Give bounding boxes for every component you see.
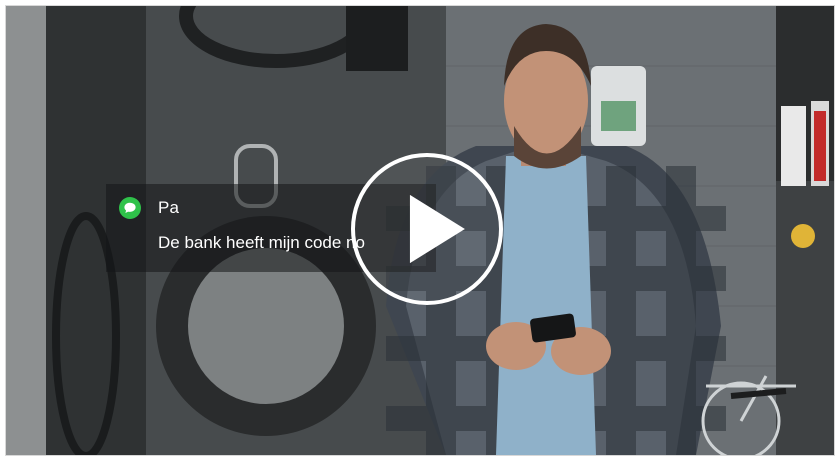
play-icon — [409, 194, 465, 264]
video-frame: Pa De bank heeft mijn code no — [0, 0, 838, 459]
video-player[interactable]: Pa De bank heeft mijn code no — [5, 5, 835, 456]
play-button[interactable] — [351, 153, 503, 305]
notification-message: De bank heeft mijn code no — [158, 233, 365, 252]
message-bubble-icon — [119, 197, 141, 219]
notification-sender: Pa — [158, 198, 180, 217]
